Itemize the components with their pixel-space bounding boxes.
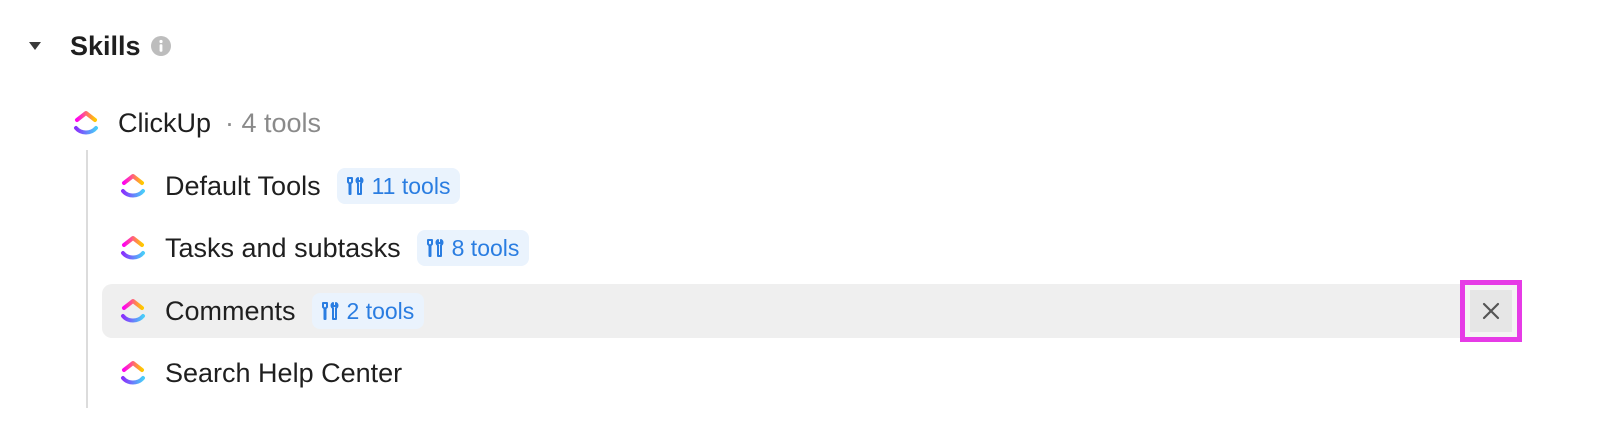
section-title: Skills bbox=[70, 30, 141, 61]
close-icon bbox=[1482, 302, 1500, 320]
tools-icon bbox=[345, 175, 367, 197]
tools-icon bbox=[425, 237, 447, 259]
clickup-group-header[interactable]: ClickUp · 4 tools bbox=[72, 100, 321, 146]
remove-skill-button[interactable] bbox=[1460, 280, 1522, 342]
clickup-logo-icon bbox=[119, 359, 147, 387]
info-icon[interactable] bbox=[150, 35, 172, 57]
tools-count-badge[interactable]: 2 tools bbox=[311, 293, 425, 329]
clickup-logo-icon bbox=[119, 234, 147, 262]
skill-row-default-tools[interactable]: Default Tools 11 tools bbox=[102, 159, 1522, 213]
skill-label: Comments bbox=[165, 295, 296, 326]
clickup-logo-icon bbox=[72, 109, 100, 137]
tree-connector-line bbox=[86, 150, 88, 408]
tools-count-badge[interactable]: 8 tools bbox=[416, 230, 530, 266]
group-tool-count: · 4 tools bbox=[225, 107, 322, 138]
tools-icon bbox=[320, 300, 342, 322]
skill-row-search-help-center[interactable]: Search Help Center bbox=[102, 346, 1522, 400]
skill-label: Search Help Center bbox=[165, 357, 403, 388]
caret-down-icon[interactable] bbox=[24, 35, 46, 57]
skill-label: Default Tools bbox=[165, 170, 321, 201]
skills-section-header: Skills bbox=[24, 24, 172, 68]
group-name: ClickUp bbox=[118, 107, 212, 138]
clickup-logo-icon bbox=[119, 172, 147, 200]
skill-row-comments[interactable]: Comments 2 tools bbox=[102, 280, 1522, 342]
tools-count: 8 tools bbox=[451, 234, 520, 261]
skill-row-tasks-and-subtasks[interactable]: Tasks and subtasks 8 tools bbox=[102, 221, 1522, 275]
skill-label: Tasks and subtasks bbox=[165, 232, 401, 263]
tools-count: 11 tools bbox=[371, 172, 451, 199]
tools-count: 2 tools bbox=[346, 297, 415, 324]
clickup-logo-icon bbox=[119, 297, 147, 325]
tools-count-badge[interactable]: 11 tools bbox=[336, 168, 461, 204]
